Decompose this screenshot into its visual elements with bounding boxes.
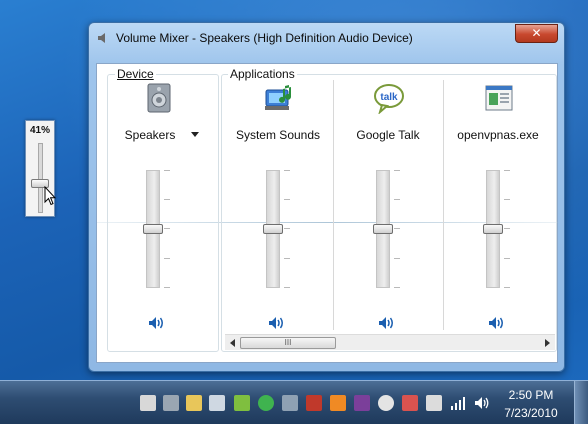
scroll-right-arrow-icon[interactable] xyxy=(545,339,550,347)
openvpn-app-icon xyxy=(485,85,513,111)
tray-resize-icon[interactable] xyxy=(209,395,225,411)
taskbar: 2:50 PM 7/23/2010 xyxy=(0,380,588,424)
app-mute-speaker-icon[interactable] xyxy=(488,316,506,330)
google-talk-badge-text: talk xyxy=(380,92,398,103)
app-volume-thumb[interactable] xyxy=(373,224,393,234)
tray-flag-icon[interactable] xyxy=(402,395,418,411)
device-volume-ticks xyxy=(164,170,170,288)
scroll-left-arrow-icon[interactable] xyxy=(230,339,235,347)
app-name: openvpnas.exe xyxy=(457,128,539,142)
tray-printer-icon[interactable] xyxy=(163,395,179,411)
device-channel-speakers: Speakers xyxy=(103,78,213,338)
app-mute-speaker-icon[interactable] xyxy=(268,316,286,330)
tray-shield-icon[interactable] xyxy=(258,395,274,411)
app-channel-system-sounds: System Sounds xyxy=(223,78,333,338)
device-volume-thumb[interactable] xyxy=(143,224,163,234)
close-button[interactable]: ✕ xyxy=(515,24,558,43)
mixer-client-area: Device Applications Speakers System Soun… xyxy=(96,63,559,363)
taskbar-clock[interactable]: 2:50 PM 7/23/2010 xyxy=(498,387,564,421)
app-channel-google-talk: talk Google Talk xyxy=(333,78,443,338)
speakers-device-icon xyxy=(147,83,171,113)
tray-folder-icon[interactable] xyxy=(186,395,202,411)
applications-horizontal-scrollbar[interactable]: III xyxy=(225,334,555,350)
app-volume-ticks xyxy=(504,170,510,288)
tray-vlc-icon[interactable] xyxy=(330,395,346,411)
app-name: System Sounds xyxy=(235,128,321,142)
tray-volume-icon[interactable] xyxy=(474,395,490,411)
title-bar[interactable]: Volume Mixer - Speakers (High Definition… xyxy=(89,23,564,53)
tray-chat-icon[interactable] xyxy=(378,395,394,411)
clock-time: 2:50 PM xyxy=(508,388,554,402)
tray-app-icon-1[interactable] xyxy=(140,395,156,411)
window-title: Volume Mixer - Speakers (High Definition… xyxy=(116,31,413,45)
app-channel-openvpnas: openvpnas.exe xyxy=(443,78,553,338)
scrollbar-thumb[interactable]: III xyxy=(240,337,336,349)
tray-network-icon[interactable] xyxy=(450,395,466,411)
google-talk-icon: talk xyxy=(374,84,404,114)
system-sounds-icon xyxy=(265,85,291,110)
volume-percent-label: 41% xyxy=(29,125,50,136)
tray-check-icon[interactable] xyxy=(282,395,298,411)
device-dropdown-arrow-icon[interactable] xyxy=(191,132,199,137)
app-volume-thumb[interactable] xyxy=(263,224,283,234)
tray-green-app-icon[interactable] xyxy=(234,395,250,411)
device-mute-speaker-icon[interactable] xyxy=(148,316,166,330)
speaker-icon xyxy=(98,33,105,43)
app-mute-speaker-icon[interactable] xyxy=(378,316,396,330)
volume-mixer-window: Volume Mixer - Speakers (High Definition… xyxy=(88,22,565,372)
app-volume-thumb[interactable] xyxy=(483,224,503,234)
tray-red-app-icon[interactable] xyxy=(306,395,322,411)
mouse-cursor-icon xyxy=(44,186,56,206)
clock-date: 7/23/2010 xyxy=(504,406,558,420)
app-volume-ticks xyxy=(394,170,400,288)
app-name: Google Talk xyxy=(356,128,420,142)
app-volume-ticks xyxy=(284,170,290,288)
show-desktop-button[interactable] xyxy=(574,381,588,424)
tray-power-icon[interactable] xyxy=(426,395,442,411)
device-name[interactable]: Speakers xyxy=(95,128,205,142)
tray-onenote-icon[interactable] xyxy=(354,395,370,411)
